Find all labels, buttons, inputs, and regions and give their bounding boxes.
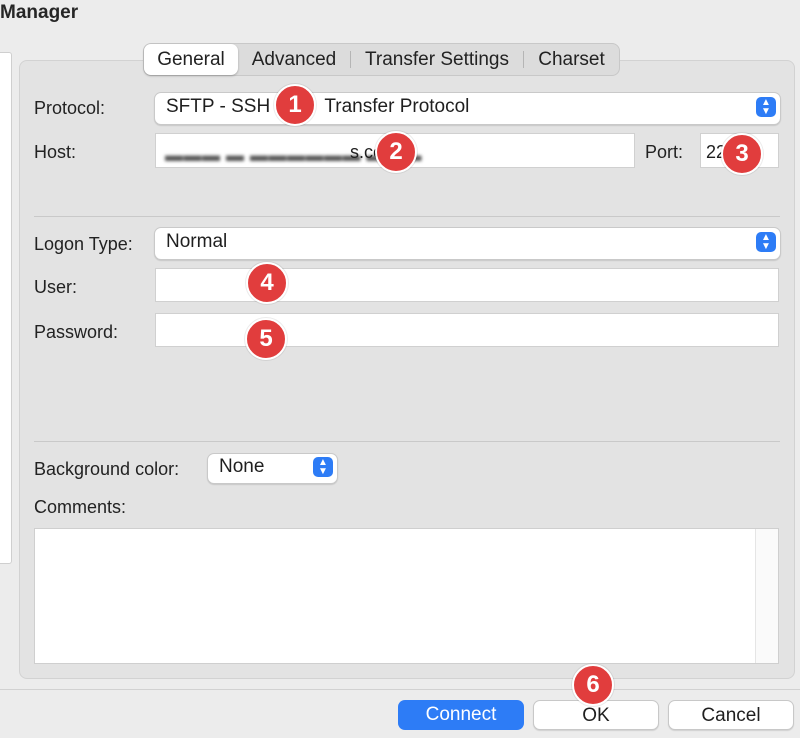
comments-textarea[interactable] xyxy=(34,528,779,664)
up-down-chevron-icon: ▲ ▼ xyxy=(313,457,333,477)
site-list-pane[interactable] xyxy=(0,52,12,564)
background-color-value: None xyxy=(219,456,265,477)
divider xyxy=(34,441,780,442)
annotation-badge-5: 5 xyxy=(245,318,287,360)
logon-type-label: Logon Type: xyxy=(34,234,133,254)
host-label: Host: xyxy=(34,142,77,162)
background-color-select[interactable]: None ▲ ▼ xyxy=(207,453,338,484)
protocol-label: Protocol: xyxy=(34,98,106,118)
annotation-badge-2: 2 xyxy=(375,131,417,173)
user-label: User: xyxy=(34,277,78,297)
divider xyxy=(34,216,780,217)
protocol-value-part2: Transfer Protocol xyxy=(324,96,470,117)
up-down-chevron-icon: ▲ ▼ xyxy=(756,97,776,117)
connect-button[interactable]: Connect xyxy=(398,700,524,730)
annotation-badge-4: 4 xyxy=(246,262,288,304)
logon-type-value: Normal xyxy=(166,231,228,252)
tab-bar: General Advanced Transfer Settings Chars… xyxy=(143,43,620,76)
comments-label: Comments: xyxy=(34,497,127,517)
tab-advanced[interactable]: Advanced xyxy=(238,44,350,75)
tab-general[interactable]: General xyxy=(144,44,238,75)
footer-divider xyxy=(0,689,800,690)
background-color-label: Background color: xyxy=(34,459,180,479)
comments-scrollbar[interactable] xyxy=(755,529,778,663)
tab-charset[interactable]: Charset xyxy=(524,44,619,75)
tab-transfer-settings[interactable]: Transfer Settings xyxy=(351,44,523,75)
up-down-chevron-icon: ▲ ▼ xyxy=(756,232,776,252)
protocol-value-part1: SFTP - SSH xyxy=(166,96,271,117)
protocol-select[interactable]: SFTP - SSH Transfer Protocol ▲ ▼ xyxy=(154,92,781,125)
port-label: Port: xyxy=(645,142,684,162)
annotation-badge-1: 1 xyxy=(274,84,316,126)
window-title: Manager xyxy=(0,2,79,23)
logon-type-select[interactable]: Normal ▲ ▼ xyxy=(154,227,781,260)
cancel-button[interactable]: Cancel xyxy=(668,700,794,730)
annotation-badge-6: 6 xyxy=(572,664,614,706)
password-label: Password: xyxy=(34,322,119,342)
title-bar: Manager xyxy=(0,0,800,28)
annotation-badge-3: 3 xyxy=(721,133,763,175)
